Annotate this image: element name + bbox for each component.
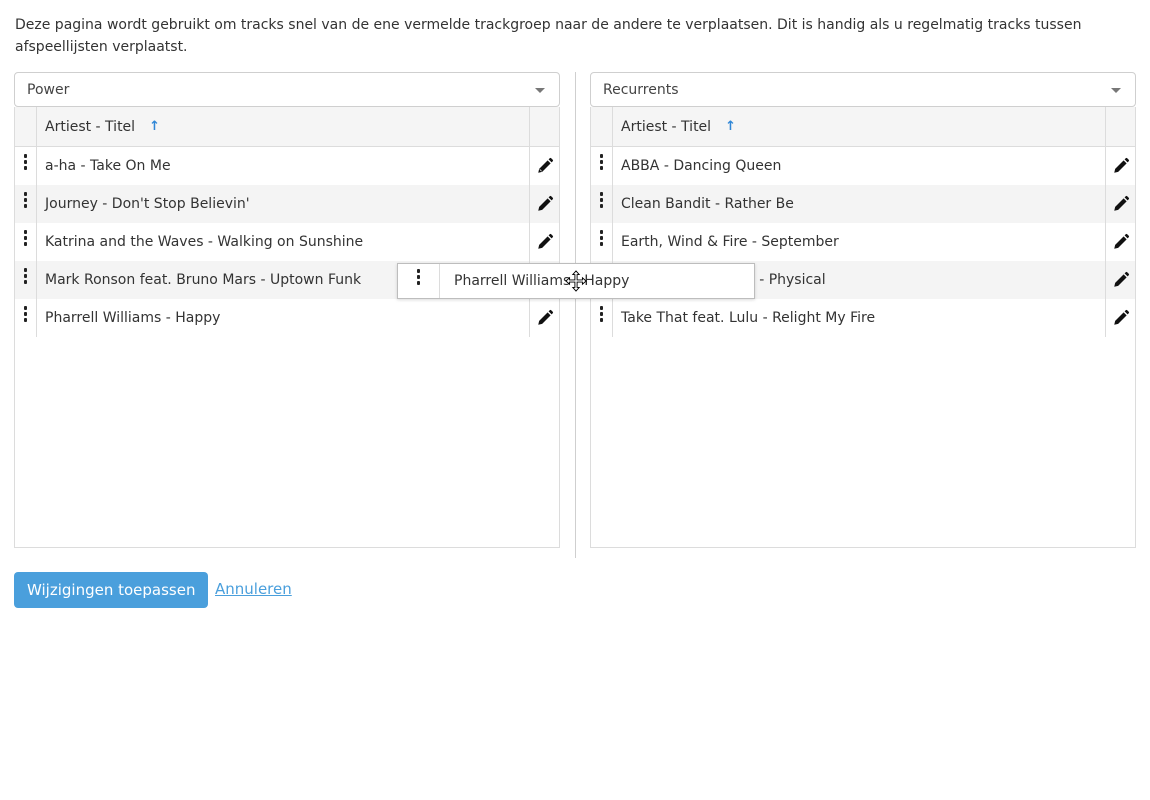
table-row[interactable]: Pharrell Williams - Happy: [15, 299, 559, 337]
vertical-dots-icon: [24, 306, 27, 322]
pencil-icon: [537, 309, 553, 325]
vertical-dots-icon: [24, 192, 27, 208]
right-group-select-value: Recurrents: [603, 81, 679, 98]
vertical-dots-icon: [24, 268, 27, 284]
drag-handle[interactable]: [15, 261, 37, 299]
vertical-dots-icon: [600, 192, 603, 208]
left-group-select[interactable]: Power: [14, 72, 560, 107]
caret-down-icon: [1111, 88, 1121, 93]
column-header-label: Artiest - Titel: [45, 118, 136, 135]
table-row[interactable]: a-ha - Take On Me: [15, 147, 559, 185]
sort-ascending-icon: ↑: [149, 119, 160, 134]
page-description: Deze pagina wordt gebruikt om tracks sne…: [15, 17, 1082, 55]
track-title: ABBA - Dancing Queen: [621, 158, 782, 174]
edit-button[interactable]: [529, 223, 559, 261]
pencil-icon: [1113, 195, 1129, 211]
drag-handle[interactable]: [591, 185, 613, 223]
grid-header: Artiest - Titel ↑: [591, 107, 1135, 147]
pencil-icon: [537, 195, 553, 211]
drag-handle[interactable]: [591, 299, 613, 337]
edit-button[interactable]: [1105, 147, 1135, 185]
grid-header: Artiest - Titel ↑: [15, 107, 559, 147]
right-group-select[interactable]: Recurrents: [590, 72, 1136, 107]
drag-ghost-title: Pharrell Williams - Happy: [454, 273, 630, 289]
drag-handle: [398, 264, 440, 298]
table-row[interactable]: Journey - Don't Stop Believin': [15, 185, 559, 223]
table-row[interactable]: Take That feat. Lulu - Relight My Fire: [591, 299, 1135, 337]
left-track-rows: a-ha - Take On Me Journey - Don't Stop B…: [15, 147, 559, 337]
drag-handle[interactable]: [15, 185, 37, 223]
move-cursor-icon: [565, 270, 587, 292]
pencil-icon: [1113, 309, 1129, 325]
drag-handle[interactable]: [15, 147, 37, 185]
right-track-panel: Recurrents Artiest - Titel ↑ ABBA - Danc…: [590, 72, 1136, 548]
column-header-label: Artiest - Titel: [621, 118, 712, 135]
vertical-dots-icon: [417, 269, 420, 285]
drag-handle[interactable]: [15, 299, 37, 337]
edit-button[interactable]: [1105, 223, 1135, 261]
table-row[interactable]: ABBA - Dancing Queen: [591, 147, 1135, 185]
edit-button[interactable]: [529, 147, 559, 185]
table-row[interactable]: Earth, Wind & Fire - September: [591, 223, 1135, 261]
pencil-icon: [1113, 271, 1129, 287]
track-title: Earth, Wind & Fire - September: [621, 234, 839, 250]
header-edit-cell: [529, 107, 559, 146]
vertical-dots-icon: [24, 230, 27, 246]
left-track-grid: Artiest - Titel ↑ a-ha - Take On Me Jour…: [14, 107, 560, 548]
drag-handle[interactable]: [591, 223, 613, 261]
edit-button[interactable]: [1105, 299, 1135, 337]
track-title: Take That feat. Lulu - Relight My Fire: [621, 310, 876, 326]
drag-handle[interactable]: [15, 223, 37, 261]
pencil-icon: [537, 157, 553, 173]
table-row[interactable]: Katrina and the Waves - Walking on Sunsh…: [15, 223, 559, 261]
edit-button[interactable]: [1105, 261, 1135, 299]
vertical-dots-icon: [600, 154, 603, 170]
track-title: Journey - Don't Stop Believin': [45, 196, 250, 212]
track-title: Clean Bandit - Rather Be: [621, 196, 794, 212]
vertical-dots-icon: [600, 230, 603, 246]
panel-divider: [575, 72, 576, 558]
header-handle-cell: [591, 107, 613, 146]
drag-handle[interactable]: [591, 147, 613, 185]
right-track-grid: Artiest - Titel ↑ ABBA - Dancing Queen C…: [590, 107, 1136, 548]
table-row[interactable]: Clean Bandit - Rather Be: [591, 185, 1135, 223]
edit-button[interactable]: [529, 185, 559, 223]
pencil-icon: [1113, 157, 1129, 173]
column-header-artist-title[interactable]: Artiest - Titel ↑: [613, 107, 1105, 146]
header-edit-cell: [1105, 107, 1135, 146]
pencil-icon: [1113, 233, 1129, 249]
apply-changes-button[interactable]: Wijzigingen toepassen: [14, 572, 209, 608]
track-title: Pharrell Williams - Happy: [45, 310, 221, 326]
header-handle-cell: [15, 107, 37, 146]
edit-button[interactable]: [1105, 185, 1135, 223]
caret-down-icon: [535, 88, 545, 93]
vertical-dots-icon: [600, 306, 603, 322]
track-title: Katrina and the Waves - Walking on Sunsh…: [45, 234, 364, 250]
vertical-dots-icon: [24, 154, 27, 170]
column-header-artist-title[interactable]: Artiest - Titel ↑: [37, 107, 529, 146]
left-group-select-value: Power: [27, 81, 70, 98]
sort-ascending-icon: ↑: [725, 119, 736, 134]
pencil-icon: [537, 233, 553, 249]
left-track-panel: Power Artiest - Titel ↑ a-ha - Take On M…: [14, 72, 560, 548]
edit-button[interactable]: [529, 299, 559, 337]
cancel-link[interactable]: Annuleren: [215, 580, 292, 598]
track-title: a-ha - Take On Me: [45, 158, 171, 174]
right-track-rows: ABBA - Dancing Queen Clean Bandit - Rath…: [591, 147, 1135, 337]
